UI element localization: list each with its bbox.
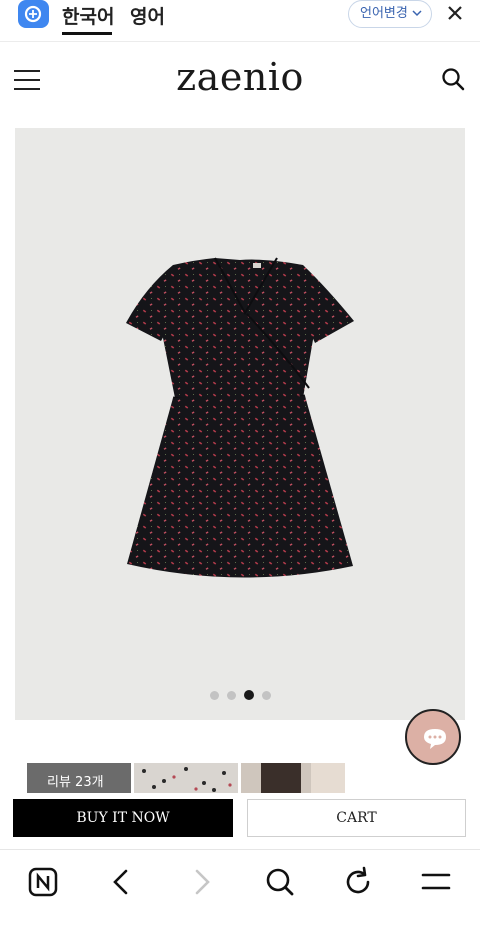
site-logo[interactable]: zaenio: [0, 55, 480, 99]
chat-button[interactable]: [405, 709, 461, 765]
menu-icon[interactable]: [420, 866, 452, 898]
language-tab-english[interactable]: 영어: [130, 2, 165, 29]
translator-app-icon[interactable]: [18, 0, 49, 28]
language-tab-korean[interactable]: 한국어: [62, 2, 114, 29]
review-thumbnails: 리뷰 23개: [27, 763, 347, 793]
search-icon[interactable]: [441, 67, 465, 91]
review-count-thumb[interactable]: 리뷰 23개: [27, 763, 131, 793]
chevron-down-icon: [412, 10, 422, 17]
buy-it-now-button[interactable]: BUY IT NOW: [13, 799, 233, 837]
cart-button[interactable]: CART: [247, 799, 466, 837]
close-icon[interactable]: [446, 4, 464, 22]
change-language-label: 언어변경: [360, 6, 408, 21]
pagination-dot[interactable]: [209, 691, 219, 700]
forward-icon[interactable]: [185, 866, 217, 898]
browser-navigation-bar: [0, 849, 480, 950]
pagination-dot[interactable]: [261, 691, 271, 700]
naver-home-icon[interactable]: [27, 866, 59, 898]
search-icon[interactable]: [264, 866, 296, 898]
purchase-actions: BUY IT NOW CART: [0, 797, 480, 849]
translation-bar: 한국어 영어 언어변경: [0, 0, 480, 42]
product-photo-dress: [126, 257, 354, 578]
change-language-button[interactable]: 언어변경: [348, 0, 432, 28]
pagination-dot[interactable]: [226, 691, 236, 700]
pagination-dot-active[interactable]: [243, 690, 254, 700]
active-tab-underline: [62, 32, 112, 35]
site-header: zaenio: [0, 43, 480, 118]
chat-bubble-icon: [424, 729, 446, 749]
gallery-pagination: [15, 685, 465, 704]
refresh-icon[interactable]: [342, 866, 374, 898]
product-image-gallery[interactable]: [15, 128, 465, 720]
review-photo-thumb[interactable]: [241, 763, 345, 793]
review-photo-thumb[interactable]: [134, 763, 238, 793]
review-count-label: 리뷰 23개: [47, 775, 104, 790]
back-icon[interactable]: [106, 866, 138, 898]
